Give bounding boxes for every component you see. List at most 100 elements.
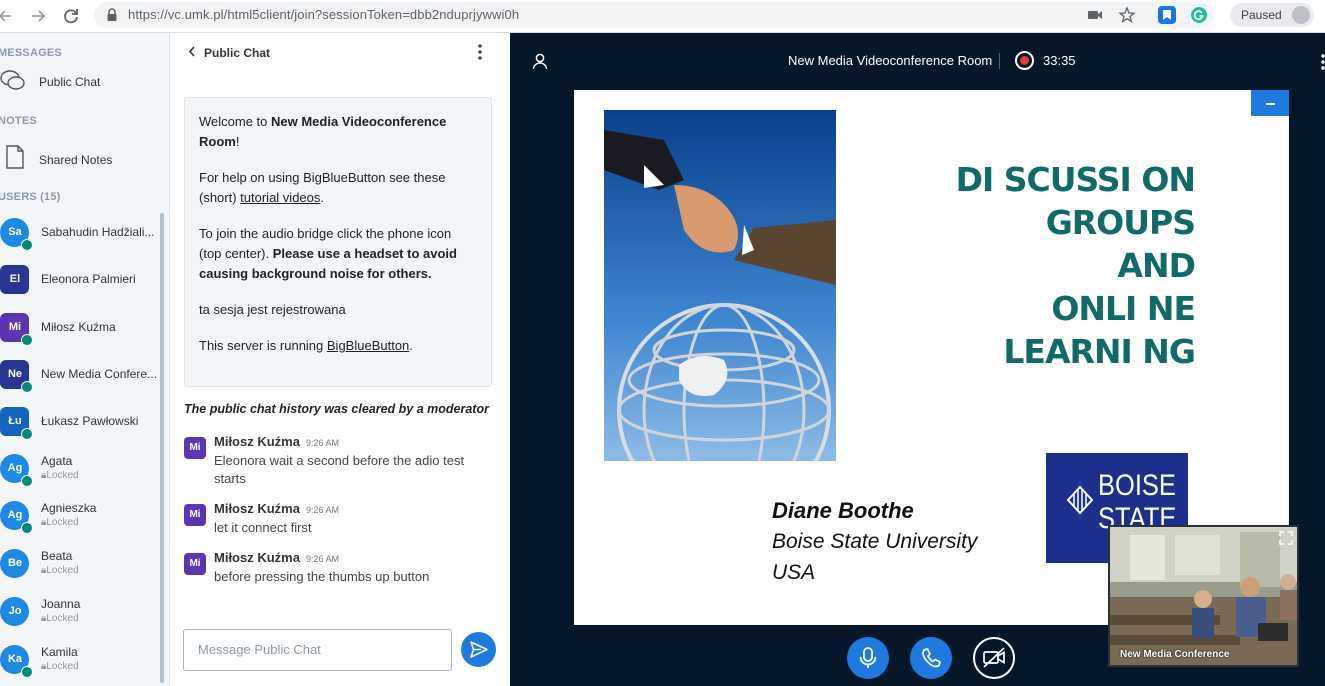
presenter-country: USA	[772, 561, 816, 584]
user-item[interactable]: Ka Kamila 🔒︎Locked	[0, 639, 165, 683]
user-name: Eleonora Palmieri	[41, 272, 136, 286]
user-list-panel: MESSAGES Public Chat NOTES Shared Notes …	[0, 33, 170, 686]
phone-icon	[922, 648, 941, 668]
user-icon[interactable]	[531, 52, 549, 70]
user-name: New Media Confere...	[41, 367, 158, 381]
user-status: 🔒︎Locked	[41, 470, 79, 481]
user-item[interactable]: Ne New Media Confere...	[0, 354, 165, 398]
user-name: Miłosz Kuźma	[41, 320, 116, 334]
grammarly-icon[interactable]	[1190, 6, 1208, 24]
user-name: Łukasz Pawłowski	[41, 414, 139, 428]
chat-message-input[interactable]: Message Public Chat	[183, 629, 452, 671]
reload-icon[interactable]	[60, 5, 82, 27]
extension-icon[interactable]	[1158, 6, 1176, 24]
bookmark-star-icon[interactable]	[1118, 6, 1136, 24]
message-text: Eleonora wait a second before the adio t…	[214, 453, 465, 486]
chat-options-icon[interactable]	[477, 43, 483, 61]
message-author: Miłosz Kuźma 9:26 AM	[214, 434, 339, 449]
users-section-title: USERS (15)	[0, 191, 61, 203]
audio-badge-icon	[21, 428, 33, 440]
chat-panel: Public Chat Welcome to New Media Videoco…	[170, 33, 510, 686]
message-time: 9:26 AM	[305, 505, 339, 515]
user-item[interactable]: Mi Miłosz Kuźma	[0, 307, 165, 351]
message-avatar: Mi	[184, 504, 206, 526]
notes-icon	[2, 144, 28, 170]
message-author: Miłosz Kuźma 9:26 AM	[214, 550, 339, 565]
chevron-left-icon[interactable]	[188, 45, 196, 60]
user-name: Sabahudin Hadžiali...	[41, 225, 155, 239]
user-item[interactable]: El Eleonora Palmieri	[0, 259, 165, 303]
message-avatar: Mi	[184, 437, 206, 459]
room-title: New Media Videoconference Room	[788, 53, 993, 68]
slide-title: DI SCUSSI ON GROUPS AND ONLI NE LEARNI N…	[955, 160, 1196, 371]
user-item[interactable]: Jo Joanna 🔒︎Locked	[0, 591, 165, 635]
user-avatar: El	[0, 265, 29, 294]
user-name: Agata	[41, 454, 73, 468]
chat-bubble-icon	[0, 68, 26, 94]
camera-icon[interactable]	[1086, 6, 1104, 24]
back-arrow-icon[interactable]	[0, 5, 18, 27]
audio-badge-icon	[21, 334, 33, 346]
user-list-scrollbar[interactable]	[160, 213, 164, 683]
profile-status: Paused	[1241, 8, 1282, 22]
presenter-organization: Boise State University	[772, 530, 978, 553]
audio-badge-icon	[21, 239, 33, 251]
microphone-button[interactable]	[847, 637, 889, 679]
browser-toolbar: https://vc.umk.pl/html5client/join?sessi…	[0, 0, 1325, 33]
user-status: 🔒︎Locked	[41, 565, 79, 576]
bigbluebutton-link[interactable]: BigBlueButton	[327, 338, 409, 353]
user-item[interactable]: Ag Agata 🔒︎Locked	[0, 448, 165, 492]
user-status: 🔒︎Locked	[41, 661, 79, 672]
message-author: Miłosz Kuźma 9:26 AM	[214, 501, 339, 516]
audio-help-line: To join the audio bridge click the phone…	[199, 226, 457, 281]
presenter-name: Diane Boothe	[772, 498, 914, 523]
url-text: https://vc.umk.pl/html5client/join?sessi…	[128, 7, 520, 22]
svg-text:BOISE: BOISE	[1098, 468, 1176, 501]
video-off-icon	[983, 647, 1005, 668]
message-time: 9:26 AM	[305, 554, 339, 564]
fullscreen-icon[interactable]	[1279, 531, 1293, 545]
chat-header[interactable]: Public Chat	[188, 45, 270, 60]
help-line: For help on using BigBlueButton see thes…	[199, 170, 446, 205]
notes-section-title: NOTES	[0, 115, 37, 127]
audio-badge-icon	[21, 381, 33, 393]
shared-notes-link[interactable]: Shared Notes	[39, 153, 112, 167]
user-status: 🔒︎Locked	[41, 517, 79, 528]
recording-icon[interactable]	[1015, 51, 1034, 70]
address-bar[interactable]: https://vc.umk.pl/html5client/join?sessi…	[94, 2, 1214, 28]
profile-button[interactable]: Paused	[1230, 3, 1314, 27]
presentation-stage: New Media Videoconference Room 33:35 DI …	[510, 33, 1325, 686]
user-avatar: Be	[0, 549, 29, 578]
user-name: Joanna	[41, 597, 81, 611]
webcam-label: New Media Conference	[1120, 649, 1230, 660]
message-text: let it connect first	[214, 520, 312, 535]
audio-badge-icon	[21, 666, 33, 678]
messages-section-title: MESSAGES	[0, 47, 62, 59]
user-item[interactable]: Be Beata 🔒︎Locked	[0, 543, 165, 587]
audio-badge-icon	[21, 475, 33, 487]
options-menu-icon[interactable]	[1320, 53, 1325, 71]
public-chat-link[interactable]: Public Chat	[39, 75, 100, 89]
minimize-presentation-button[interactable]	[1251, 90, 1289, 116]
forward-arrow-icon[interactable]	[27, 5, 49, 27]
user-item[interactable]: Łu Łukasz Pawłowski	[0, 401, 165, 445]
user-item[interactable]: Ag Agnieszka 🔒︎Locked	[0, 495, 165, 539]
tutorial-videos-link[interactable]: tutorial videos	[240, 190, 320, 205]
handshake-globe-image	[604, 110, 836, 461]
microphone-icon	[859, 647, 877, 668]
audio-badge-icon	[21, 522, 33, 534]
history-cleared-notice: The public chat history was cleared by a…	[184, 402, 489, 416]
welcome-line: Welcome to New Media Videoconference Roo…	[199, 114, 447, 149]
server-line: This server is running BigBlueButton.	[199, 338, 413, 353]
presenter-info: Diane Boothe Boise State University USA	[772, 495, 977, 588]
user-name: Kamila	[41, 645, 78, 659]
phone-button[interactable]	[910, 637, 952, 679]
welcome-message: Welcome to New Media Videoconference Roo…	[184, 97, 492, 387]
send-message-button[interactable]	[461, 632, 496, 667]
recording-timer: 33:35	[1043, 53, 1076, 68]
camera-toggle-button[interactable]	[973, 637, 1015, 679]
recording-notice: ta sesja jest rejestrowana	[199, 302, 346, 317]
webcam-video[interactable]: New Media Conference	[1108, 525, 1299, 667]
user-item[interactable]: Sa Sabahudin Hadžiali...	[0, 212, 165, 256]
profile-avatar	[1292, 6, 1310, 24]
